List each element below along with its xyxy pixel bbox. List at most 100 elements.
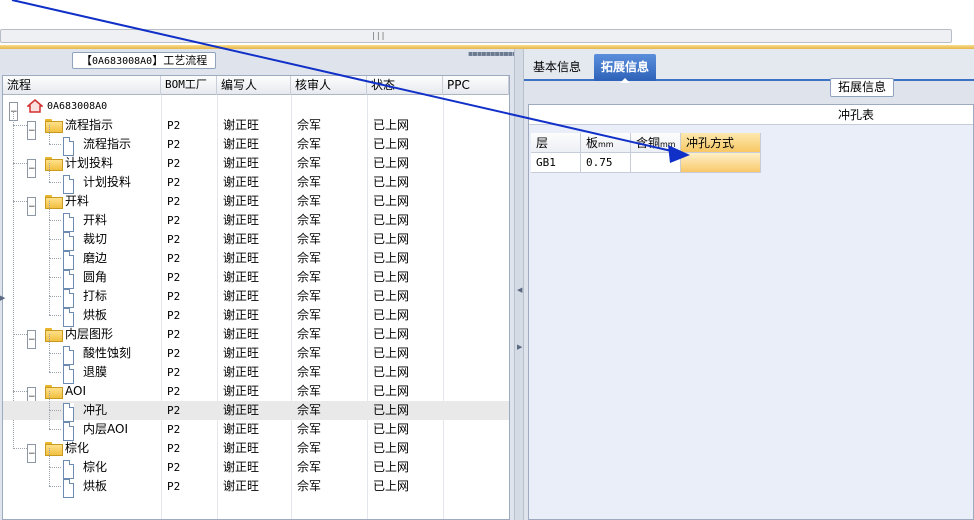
table-row[interactable]: − AOI P2 谢正旺 佘军 已上网 <box>3 382 509 406</box>
writer-cell: 谢正旺 <box>223 270 260 284</box>
tree-guide-line <box>49 296 50 315</box>
writer-cell: 谢正旺 <box>223 194 260 208</box>
table-row[interactable]: 烘板 P2 谢正旺 佘军 已上网 <box>3 296 509 327</box>
column-header[interactable]: 核审人 <box>291 76 367 95</box>
reviewer-cell: 佘军 <box>297 365 322 379</box>
table-row[interactable]: − 棕化 P2 谢正旺 佘军 已上网 <box>3 439 509 463</box>
reviewer-cell: 佘军 <box>297 384 322 398</box>
reviewer-cell: 佘军 <box>297 422 322 436</box>
writer-cell: 谢正旺 <box>223 251 260 265</box>
tree-node-label: 开料 <box>83 213 108 227</box>
bom-factory-cell: P2 <box>167 480 181 493</box>
tree-node-label: 酸性蚀刻 <box>83 346 132 360</box>
reviewer-cell: 佘军 <box>297 194 322 208</box>
process-flow-title: 【0A683008A0】工艺流程 <box>72 52 217 69</box>
table-row[interactable]: 流程指示 P2 谢正旺 佘军 已上网 <box>3 125 509 156</box>
tree-guide-line <box>49 467 61 468</box>
table-row[interactable]: 圆角 P2 谢正旺 佘军 已上网 <box>3 258 509 289</box>
tree-guide-line <box>49 277 61 278</box>
tree-node-label: 开料 <box>65 194 90 208</box>
tree-guide-line <box>49 239 61 240</box>
writer-cell: 谢正旺 <box>223 403 260 417</box>
collapse-left-icon[interactable]: ◀ <box>517 287 522 294</box>
status-cell: 已上网 <box>373 365 410 379</box>
table-row[interactable]: 内层AOI P2 谢正旺 佘军 已上网 <box>3 410 509 441</box>
bom-factory-cell: P2 <box>167 138 181 151</box>
status-cell: 已上网 <box>373 460 410 474</box>
tree-node-label: 烘板 <box>83 479 108 493</box>
status-cell: 已上网 <box>373 213 410 227</box>
table-row[interactable]: 磨边 P2 谢正旺 佘军 已上网 <box>3 239 509 270</box>
table-row[interactable]: − 开料 P2 谢正旺 佘军 已上网 <box>3 192 509 216</box>
tree-guide-line <box>49 334 50 353</box>
table-row[interactable]: 烘板 P2 谢正旺 佘军 已上网 <box>3 467 509 498</box>
tree-guide-line <box>13 391 27 392</box>
table-row[interactable]: 计划投料 P2 谢正旺 佘军 已上网 <box>3 163 509 194</box>
section-title: 拓展信息 <box>830 78 895 97</box>
writer-cell: 谢正旺 <box>223 289 260 303</box>
table-row[interactable]: 棕化 P2 谢正旺 佘军 已上网 <box>3 448 509 479</box>
drag-grip-icon[interactable]: ▪▪▪▪▪▪▪▪▪▪▪ <box>468 49 518 58</box>
punch-table-panel: 冲孔表 层板mm 含铜mm 冲孔方式 GB1 0.75 <box>528 104 974 520</box>
header-unit: mm <box>660 140 676 149</box>
table-row[interactable]: − 流程指示 P2 谢正旺 佘军 已上网 <box>3 116 509 140</box>
column-header[interactable]: 编写人 <box>217 76 291 95</box>
left-edge-handle[interactable]: ▶ <box>0 290 5 310</box>
reviewer-cell: 佘军 <box>297 251 322 265</box>
table-row[interactable]: 冲孔 P2 谢正旺 佘军 已上网 <box>3 391 509 422</box>
writer-cell: 谢正旺 <box>223 327 260 341</box>
collapse-right-icon[interactable]: ▶ <box>517 344 522 351</box>
tree-guide-line <box>49 144 61 145</box>
tree-node-label: 流程指示 <box>65 118 114 132</box>
tab-basic-info[interactable]: 基本信息 <box>526 54 588 81</box>
expand-left-icon[interactable]: ▶ <box>0 295 5 302</box>
reviewer-cell: 佘军 <box>297 270 322 284</box>
punch-column-header[interactable]: 冲孔方式 <box>681 133 761 153</box>
scrollbar-grip-icon: ||| <box>371 31 386 40</box>
column-header[interactable]: 流程 <box>3 76 161 95</box>
tree-guide-line <box>49 296 61 297</box>
details-panel: 基本信息 拓展信息 拓展信息 冲孔表 层板mm 含铜mm 冲孔方式 GB1 0.75 <box>524 49 974 520</box>
table-row[interactable]: 打标 P2 谢正旺 佘军 已上网 <box>3 277 509 308</box>
writer-cell: 谢正旺 <box>223 308 260 322</box>
reviewer-cell: 佘军 <box>297 441 322 455</box>
bom-factory-cell: P2 <box>167 233 181 246</box>
punch-table-cell[interactable]: 0.75 <box>581 153 631 173</box>
table-row[interactable]: − 内层图形 P2 谢正旺 佘军 已上网 <box>3 325 509 349</box>
punch-column-header[interactable]: 含铜mm <box>631 133 681 153</box>
table-row[interactable]: 开料 P2 谢正旺 佘军 已上网 <box>3 201 509 232</box>
column-header[interactable]: PPC <box>443 76 509 95</box>
reviewer-cell: 佘军 <box>297 327 322 341</box>
tree-node-label: 磨边 <box>83 251 108 265</box>
tree-node-label: 内层图形 <box>65 327 114 341</box>
header-text: 冲孔方式 <box>686 136 735 150</box>
table-row[interactable]: 酸性蚀刻 P2 谢正旺 佘军 已上网 <box>3 334 509 365</box>
punch-column-header[interactable]: 板mm <box>581 133 631 153</box>
table-row[interactable]: − 计划投料 P2 谢正旺 佘军 已上网 <box>3 154 509 178</box>
tree-guide-line <box>13 334 27 335</box>
reviewer-cell: 佘军 <box>297 118 322 132</box>
punch-column-header[interactable]: 层 <box>531 133 581 153</box>
status-cell: 已上网 <box>373 270 410 284</box>
grid-header: 流程 BOM工厂 编写人 核审人 状态 PPC <box>3 76 509 95</box>
tab-extended-info[interactable]: 拓展信息 <box>594 54 657 83</box>
horizontal-scrollbar[interactable]: ||| <box>0 29 952 43</box>
punch-table-cell[interactable]: GB1 <box>531 153 581 173</box>
table-row[interactable]: 裁切 P2 谢正旺 佘军 已上网 <box>3 220 509 251</box>
status-cell: 已上网 <box>373 327 410 341</box>
panel-splitter[interactable]: ◀ ▶ <box>514 49 524 520</box>
bom-factory-cell: P2 <box>167 385 181 398</box>
tree-node-label: 退膜 <box>83 365 108 379</box>
tree-node-label: 打标 <box>83 289 108 303</box>
punch-table-cell[interactable] <box>631 153 681 173</box>
writer-cell: 谢正旺 <box>223 232 260 246</box>
column-header[interactable]: 状态 <box>367 76 443 95</box>
tree-guide-line <box>49 201 50 220</box>
punch-table-cell[interactable] <box>681 153 761 173</box>
tree-node-label: 内层AOI <box>83 422 128 436</box>
table-row[interactable]: 退膜 P2 谢正旺 佘军 已上网 <box>3 353 509 384</box>
tree-guide-line <box>49 220 61 221</box>
bom-factory-cell: P2 <box>167 423 181 436</box>
column-header[interactable]: BOM工厂 <box>161 76 217 95</box>
tree-root-row[interactable]: −0A683008A0 <box>3 97 509 121</box>
